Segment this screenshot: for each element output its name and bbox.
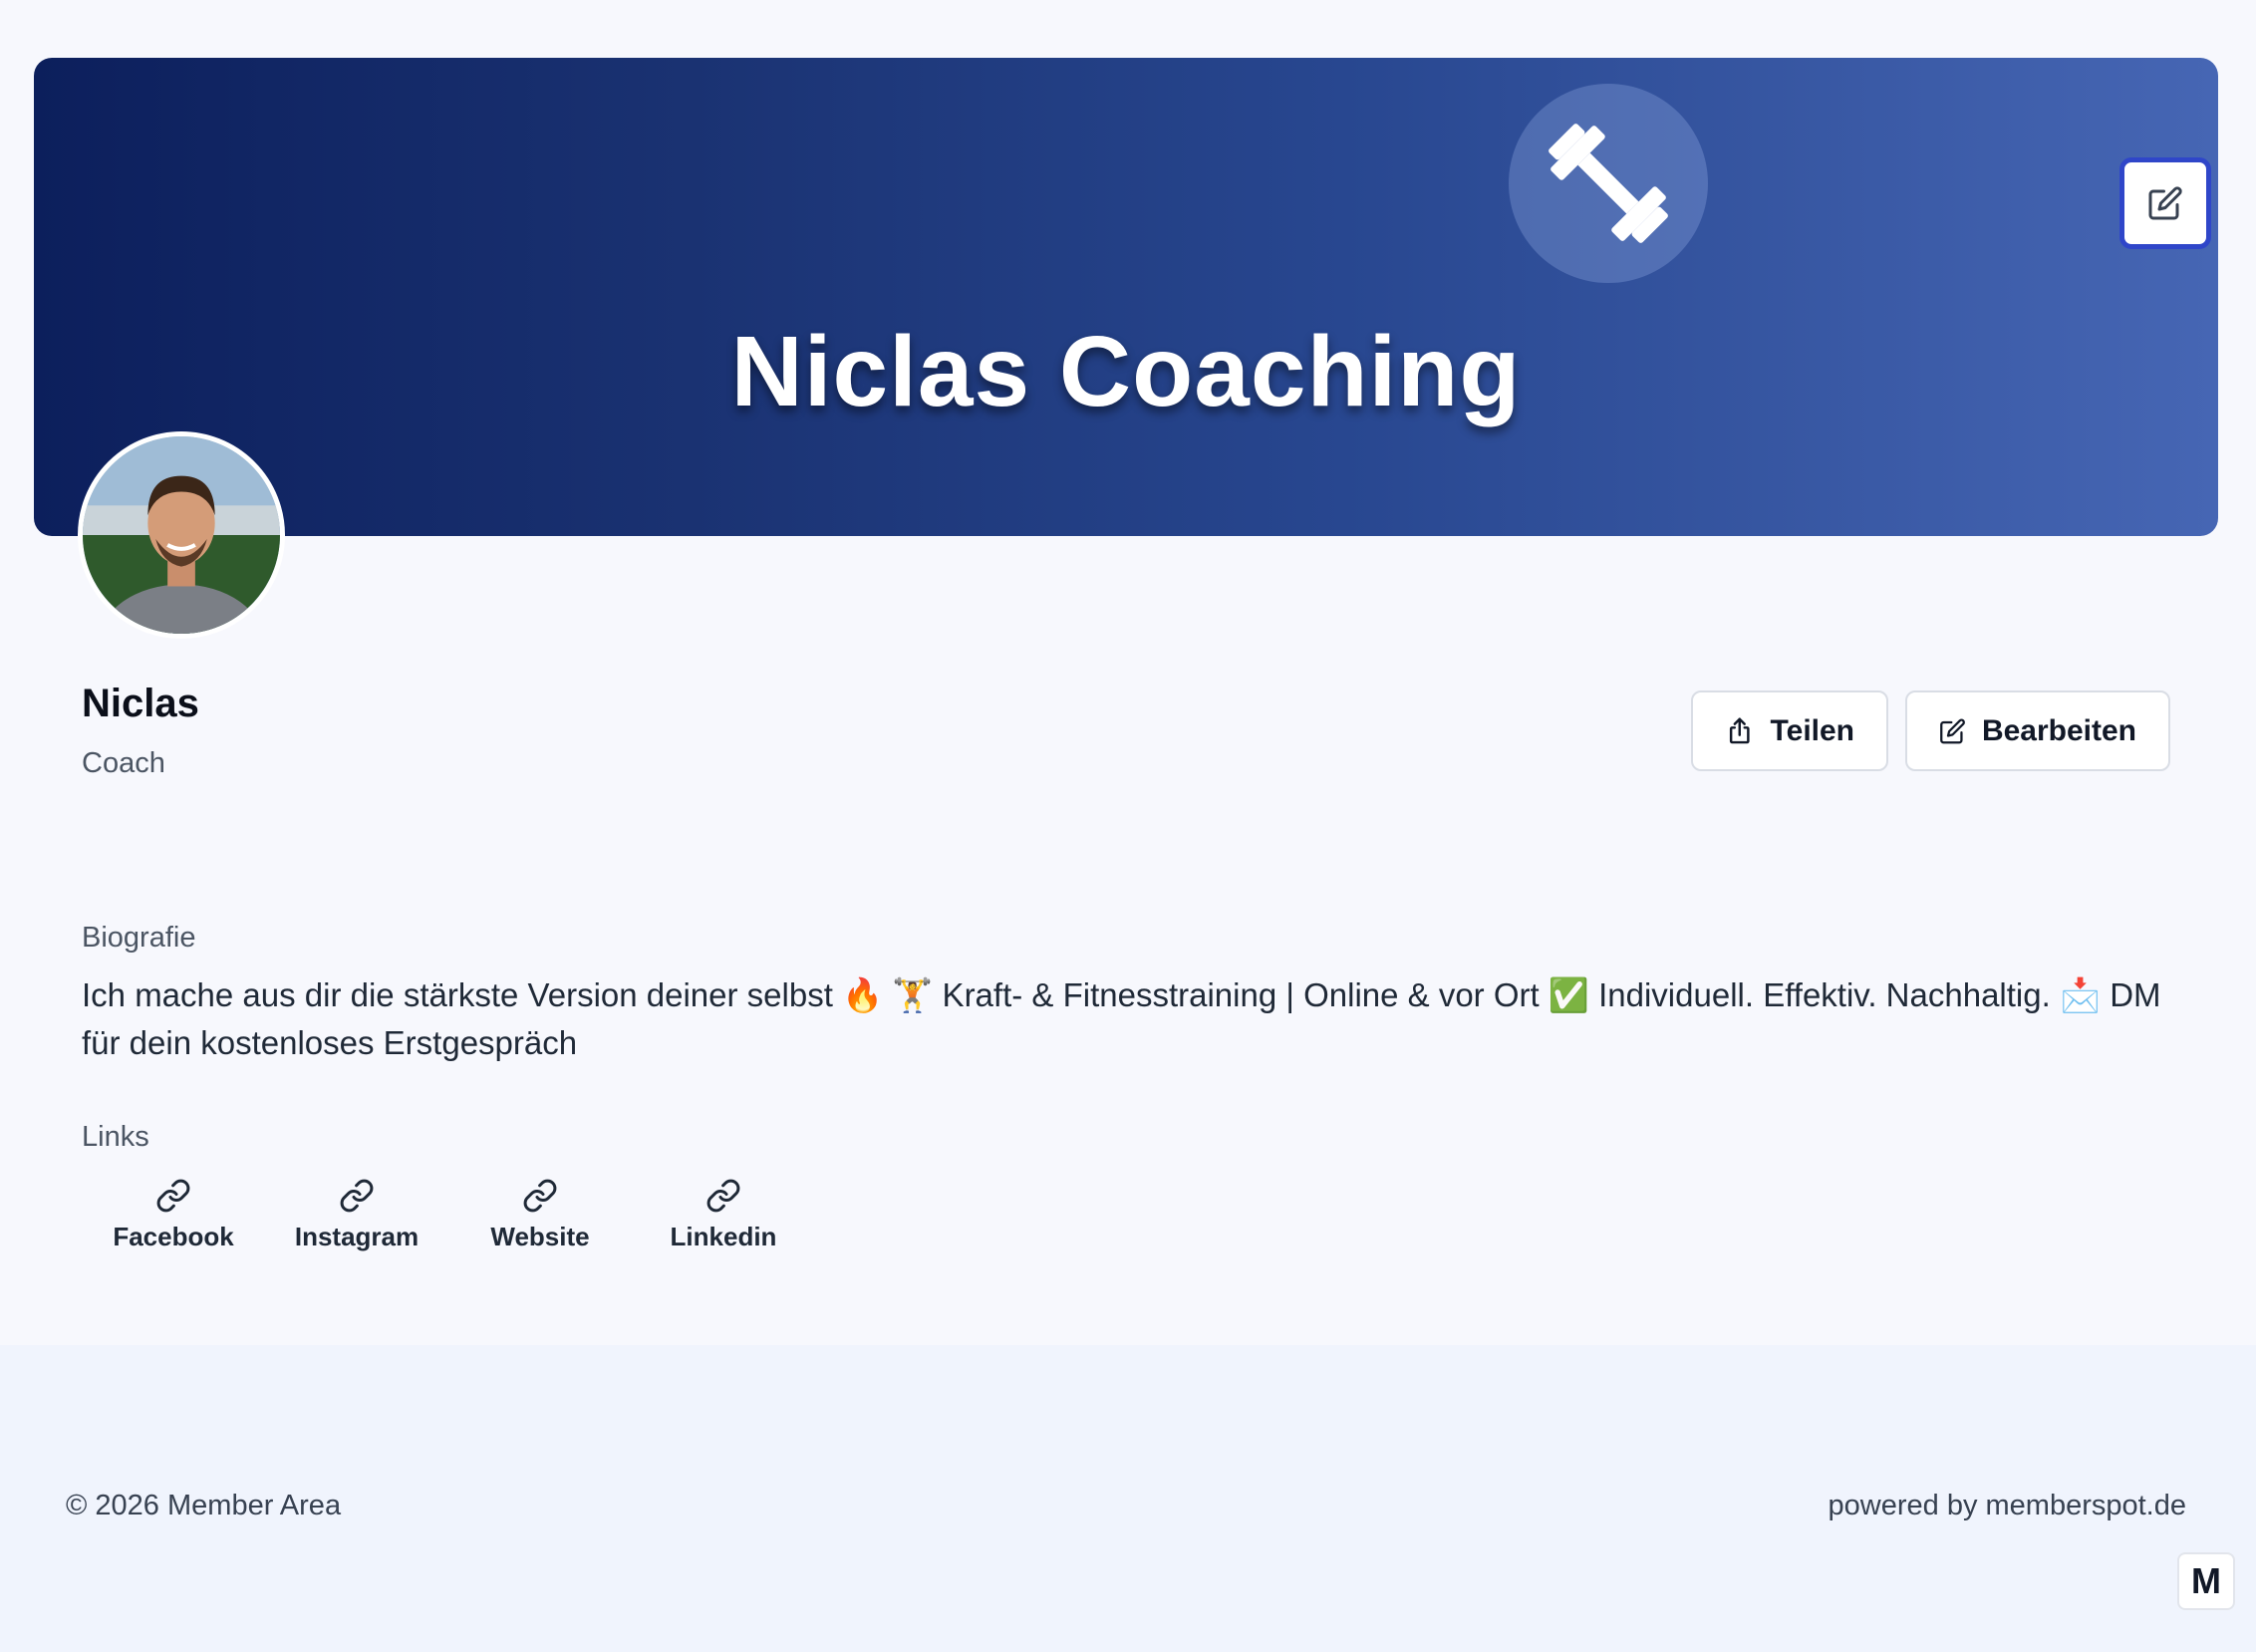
link-icon <box>706 1179 740 1213</box>
link-linkedin[interactable]: Linkedin <box>632 1178 815 1252</box>
edit-button-label: Bearbeiten <box>1981 713 2136 747</box>
biography-text: Ich mache aus dir die stärkste Version d… <box>82 976 2161 1061</box>
avatar[interactable] <box>78 431 285 639</box>
pencil-edit-icon <box>1940 718 1965 743</box>
profile-name: Niclas <box>82 682 199 725</box>
profile-role: Coach <box>82 747 165 779</box>
edit-profile-button[interactable]: Bearbeiten <box>1905 690 2170 771</box>
links-heading: Links <box>82 1121 149 1153</box>
link-icon <box>523 1179 557 1213</box>
link-facebook[interactable]: Facebook <box>82 1178 265 1252</box>
pencil-edit-icon <box>2148 186 2182 220</box>
share-button[interactable]: Teilen <box>1691 690 1888 771</box>
link-label: Instagram <box>294 1222 420 1251</box>
link-label: Linkedin <box>670 1222 777 1251</box>
share-button-label: Teilen <box>1770 713 1854 747</box>
footer-powered-by[interactable]: powered by memberspot.de <box>1829 1490 2186 1522</box>
share-icon <box>1729 716 1750 743</box>
biography-heading: Biografie <box>82 922 196 954</box>
link-website[interactable]: Website <box>448 1178 632 1252</box>
dumbbell-logo <box>1509 84 1708 283</box>
link-label: Website <box>490 1222 590 1251</box>
memberspot-logo-icon[interactable]: M <box>2177 1552 2235 1610</box>
cover-banner: Niclas Coaching <box>34 58 2218 536</box>
edit-cover-button[interactable] <box>2119 157 2211 249</box>
link-icon <box>340 1179 374 1213</box>
dumbbell-icon <box>1549 124 1668 243</box>
link-instagram[interactable]: Instagram <box>265 1178 448 1252</box>
link-icon <box>156 1179 190 1213</box>
link-label: Facebook <box>113 1222 234 1251</box>
profile-page: Niclas Coaching Niclas Coach Teilen Bear… <box>0 0 2256 1652</box>
links-list: Facebook Instagram Website Linkedin <box>82 1178 815 1252</box>
banner-title: Niclas Coaching <box>730 316 1522 427</box>
profile-photo <box>83 436 280 634</box>
footer-copyright: © 2026 Member Area <box>66 1490 342 1521</box>
footer: © 2026 Member Area powered by memberspot… <box>0 1345 2256 1652</box>
